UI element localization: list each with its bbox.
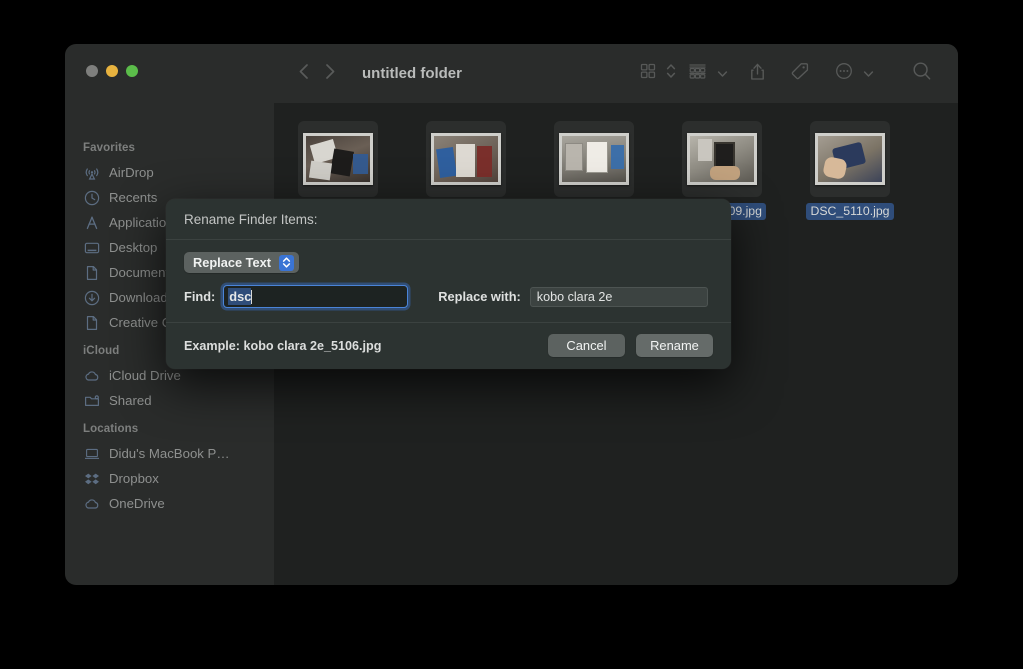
- photo-image: [690, 136, 754, 182]
- forward-button[interactable]: [325, 63, 336, 85]
- sidebar-item-label: OneDrive: [109, 496, 165, 511]
- example-preview-text: Example: kobo clara 2e_5106.jpg: [184, 338, 382, 353]
- share-icon: [750, 62, 765, 86]
- maximize-button[interactable]: [126, 65, 138, 77]
- photo-frame: [687, 133, 757, 185]
- tag-icon: [791, 62, 809, 85]
- toolbar: untitled folder: [274, 44, 958, 103]
- document-icon: [83, 314, 100, 331]
- clock-icon: [83, 189, 100, 206]
- photo-frame: [815, 133, 885, 185]
- airdrop-icon: [83, 164, 100, 181]
- sidebar-item-dropbox[interactable]: Dropbox: [65, 466, 274, 491]
- find-label: Find:: [184, 289, 216, 304]
- sidebar-group-locations: Locations Didu's MacBook P… Dropbox OneDriv…: [65, 423, 274, 516]
- photo-image: [434, 136, 498, 182]
- page-title: untitled folder: [362, 65, 462, 82]
- toolbar-actions: [640, 44, 958, 103]
- sidebar-item-label: Didu's MacBook P…: [109, 446, 230, 461]
- sidebar-group-header: Locations: [83, 423, 139, 435]
- applications-icon: [83, 214, 100, 231]
- cancel-button[interactable]: Cancel: [548, 334, 625, 357]
- photo-frame: [431, 133, 501, 185]
- dialog-footer: Example: kobo clara 2e_5106.jpg Cancel R…: [166, 323, 731, 369]
- stepper-chevrons-icon: [279, 254, 294, 271]
- file-name-label[interactable]: DSC_5110.jpg: [806, 203, 894, 220]
- photo-frame: [559, 133, 629, 185]
- photo-frame: [303, 133, 373, 185]
- dialog-title: Rename Finder Items:: [166, 199, 731, 240]
- cloud-icon: [83, 495, 100, 512]
- group-by-icon: [688, 63, 707, 85]
- dialog-body: Replace Text Find: dsc Replace with: kob…: [166, 240, 731, 323]
- sidebar-item-label: Dropbox: [109, 471, 159, 486]
- sidebar-item-label: Recents: [109, 190, 158, 205]
- rename-button[interactable]: Rename: [636, 334, 713, 357]
- download-icon: [83, 289, 100, 306]
- more-ellipsis-icon: [835, 62, 853, 85]
- photo-image: [562, 136, 626, 182]
- sidebar-top-spacer: [65, 44, 274, 142]
- sidebar-group-header: Favorites: [83, 142, 136, 154]
- sidebar-item-onedrive[interactable]: OneDrive: [65, 491, 274, 516]
- back-button[interactable]: [298, 63, 309, 85]
- sidebar-item-airdrop[interactable]: AirDrop: [65, 160, 274, 185]
- document-icon: [83, 264, 100, 281]
- grid-view-icon: [640, 63, 656, 84]
- search-icon: [912, 61, 932, 86]
- chevron-down-icon: [863, 65, 874, 83]
- minimize-button[interactable]: [106, 65, 118, 77]
- text-caret: [251, 289, 253, 304]
- view-mode-button[interactable]: [640, 62, 676, 85]
- more-options-button[interactable]: [835, 62, 874, 85]
- desktop-icon: [83, 239, 100, 256]
- file-thumbnail[interactable]: [810, 121, 890, 197]
- group-by-button[interactable]: [688, 63, 728, 85]
- tag-button[interactable]: [791, 62, 809, 85]
- sidebar-item-label: Desktop: [109, 240, 158, 255]
- photo-image: [306, 136, 370, 182]
- sidebar-item-label: Shared: [109, 393, 152, 408]
- photo-image: [818, 136, 882, 182]
- cloud-icon: [83, 367, 100, 384]
- file-thumbnail[interactable]: [554, 121, 634, 197]
- sidebar-item-shared[interactable]: Shared: [65, 388, 274, 413]
- file-thumbnail[interactable]: [298, 121, 378, 197]
- rename-mode-select[interactable]: Replace Text: [184, 252, 299, 273]
- find-replace-row: Find: dsc Replace with: kobo clara 2e: [184, 285, 713, 308]
- sidebar-item-label: iCloud Drive: [109, 368, 181, 383]
- share-button[interactable]: [750, 62, 765, 86]
- replace-with-input[interactable]: kobo clara 2e: [529, 286, 708, 307]
- replace-with-label: Replace with:: [438, 289, 521, 304]
- find-input[interactable]: dsc: [223, 285, 409, 308]
- dialog-buttons: Cancel Rename: [548, 334, 713, 357]
- file-thumbnail[interactable]: [682, 121, 762, 197]
- file-item[interactable]: DSC_5110.jpg: [786, 117, 914, 220]
- chevron-down-icon: [717, 65, 728, 83]
- dropbox-icon: [83, 470, 100, 487]
- search-button[interactable]: [912, 61, 932, 86]
- rename-mode-label: Replace Text: [193, 255, 271, 270]
- rename-finder-items-dialog: Rename Finder Items: Replace Text Find: …: [166, 199, 731, 369]
- sidebar-item-didu-s-macbook-p[interactable]: Didu's MacBook P…: [65, 441, 274, 466]
- close-button[interactable]: [86, 65, 98, 77]
- sidebar-item-label: Downloads: [109, 290, 175, 305]
- laptop-icon: [83, 445, 100, 462]
- navigation-buttons: [298, 63, 336, 85]
- replace-with-group: Replace with: kobo clara 2e: [438, 286, 708, 307]
- window-controls: [86, 65, 138, 77]
- file-thumbnail[interactable]: [426, 121, 506, 197]
- sort-chevrons-icon: [666, 62, 676, 85]
- sidebar-item-label: AirDrop: [109, 165, 154, 180]
- find-input-value: dsc: [228, 288, 252, 305]
- shared-folder-icon: [83, 392, 100, 409]
